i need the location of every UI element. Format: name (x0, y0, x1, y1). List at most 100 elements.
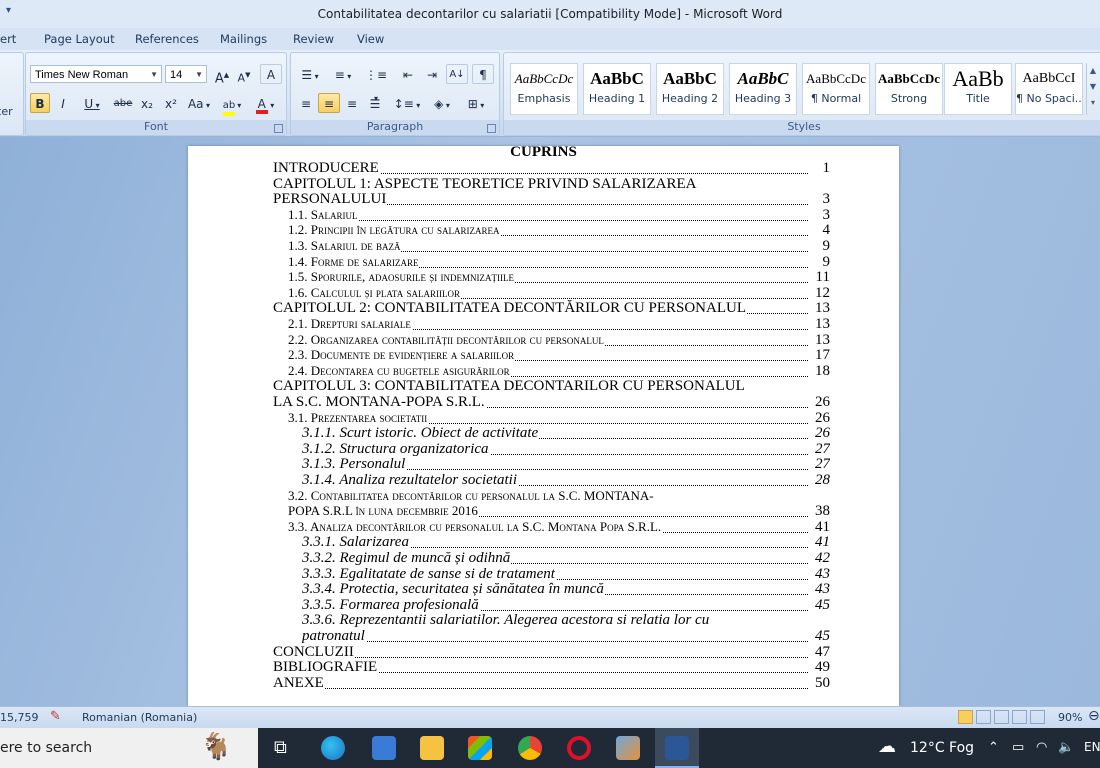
chrome-icon[interactable] (518, 736, 542, 760)
web-layout-view-icon[interactable] (994, 710, 1009, 724)
format-painter-label[interactable]: ter (0, 105, 13, 118)
tab-view[interactable]: View (357, 32, 384, 46)
tab-page-layout[interactable]: Page Layout (44, 32, 115, 46)
change-case-button[interactable]: Aa ▾ (184, 93, 214, 113)
bullets-button[interactable]: ☰ ▾ (295, 64, 325, 84)
toc-entry[interactable]: 3.3.2. Regimul de muncă și odihnă 42 (302, 550, 830, 566)
italic-button[interactable]: I (53, 93, 73, 113)
toc-entry[interactable]: 3.1.2. Structura organizatorica 27 (302, 440, 830, 457)
toc-entry[interactable]: 3.3.6. Reprezentantii salariatilor. Aleg… (302, 612, 830, 629)
toc-entry[interactable]: CAPITOLUL 2: CONTABILITATEA DECONTĂRILOR… (273, 300, 830, 317)
task-view-icon[interactable]: ⧉ (274, 737, 287, 758)
toc-entry[interactable]: 1.4. Forme de salarizare 9 (288, 253, 830, 270)
toc-entry[interactable]: 3.3. Analiza decontărilor cu personalul … (288, 518, 830, 535)
tab-insert[interactable]: ert (0, 32, 16, 46)
font-dialog-launcher-icon[interactable] (274, 124, 283, 133)
toc-entry[interactable]: patronatul 45 (302, 628, 830, 644)
style-emphasis[interactable]: AaBbCcDc Emphasis (510, 63, 578, 115)
toc-entry[interactable]: 1.3. Salariul de bază 9 (288, 238, 830, 254)
font-size-select[interactable]: 14 ▼ (165, 65, 207, 83)
toc-entry[interactable]: 3.3.4. Protectia, securitatea și sănătat… (302, 581, 830, 598)
opera-icon[interactable] (567, 736, 591, 760)
toc-entry[interactable]: INTRODUCERE 1 (273, 160, 830, 176)
align-right-button[interactable]: ≡ (341, 93, 363, 113)
show-formatting-button[interactable]: ¶ (472, 64, 494, 84)
line-spacing-button[interactable]: ↕≡ ▾ (392, 93, 422, 113)
draft-view-icon[interactable] (1030, 710, 1045, 724)
align-center-button[interactable]: ≡ (318, 93, 340, 113)
toc-entry[interactable]: LA S.C. MONTANA-POPA S.R.L. 26 (273, 394, 830, 410)
styles-scroll[interactable]: ▲ ▼ ▾ (1086, 63, 1099, 115)
toc-entry[interactable]: 3.2. Contabilitatea decontărilor cu pers… (288, 487, 830, 504)
clear-formatting-button[interactable]: A (260, 64, 282, 84)
toc-entry[interactable]: 1.6. Calculul și plata salariilor 12 (288, 284, 830, 301)
style-strong[interactable]: AaBbCcDc Strong (875, 63, 943, 115)
strikethrough-button[interactable]: abe (112, 93, 134, 113)
subscript-button[interactable]: x₂ (136, 93, 158, 113)
toc-entry[interactable]: 3.3.3. Egalitatate de sanse si de tratam… (302, 565, 830, 582)
toc-entry[interactable]: 3.1. Prezentarea societatii 26 (288, 409, 830, 426)
document-page[interactable]: CUPRINS INTRODUCERE 1 CAPITOLUL 1: ASPECTE… (188, 144, 899, 707)
store-icon[interactable] (468, 736, 492, 760)
highlight-button[interactable]: ab ▾ (217, 93, 247, 116)
edge-icon[interactable] (321, 736, 345, 760)
justify-button[interactable]: ☰ (364, 93, 386, 113)
bold-button[interactable]: B (30, 93, 50, 113)
shading-button[interactable]: ◈ ▾ (427, 93, 457, 113)
toc-entry[interactable]: PERSONALULUI 3 (273, 191, 830, 208)
speaker-icon[interactable]: 🔈 (1058, 740, 1074, 755)
tab-references[interactable]: References (135, 32, 199, 46)
tab-mailings[interactable]: Mailings (220, 32, 267, 46)
decrease-indent-button[interactable]: ⇤ (397, 64, 419, 84)
shrink-font-button[interactable]: A▼ (234, 64, 254, 85)
toc-entry[interactable]: 3.3.1. Salarizarea 41 (302, 534, 830, 551)
borders-button[interactable]: ⊞ ▾ (461, 93, 491, 113)
full-screen-view-icon[interactable] (976, 710, 991, 724)
word-count[interactable]: 15,759 (0, 711, 39, 724)
toc-entry[interactable]: POPA S.R.L în luna decembrie 2016 38 (288, 503, 830, 520)
grow-font-button[interactable]: A▲ (212, 64, 232, 86)
taskbar-search-box[interactable]: ere to search 🐐 (0, 728, 258, 768)
network-app-icon[interactable] (372, 736, 396, 760)
input-language[interactable]: EN (1084, 740, 1100, 754)
file-explorer-icon[interactable] (420, 736, 444, 760)
style-heading-2[interactable]: AaBbC Heading 2 (656, 63, 724, 115)
word-taskbar-button[interactable] (655, 728, 699, 768)
paragraph-dialog-launcher-icon[interactable] (487, 124, 496, 133)
proofing-icon[interactable]: ✎ (50, 709, 61, 724)
toc-entry[interactable]: 1.2. Principii în legătura cu salarizare… (288, 222, 830, 239)
toc-entry[interactable]: CONCLUZII 47 (273, 643, 830, 660)
battery-icon[interactable]: ▭ (1012, 740, 1024, 755)
chevron-up-icon[interactable]: ⌃ (988, 740, 999, 755)
weather-text[interactable]: 12°C Fog (910, 740, 974, 756)
tab-review[interactable]: Review (293, 32, 334, 46)
wifi-icon[interactable]: ◠ (1036, 740, 1047, 755)
toc-entry[interactable]: CAPITOLUL 1: ASPECTE TEORETICE PRIVIND S… (273, 175, 830, 192)
toc-entry[interactable]: BIBLIOGRAFIE 49 (273, 659, 830, 676)
toc-entry[interactable]: CAPITOLUL 3: CONTABILITATEA DECONTARILOR… (273, 378, 830, 395)
toc-entry[interactable]: 2.1. Drepturi salariale 13 (288, 316, 830, 332)
toc-entry[interactable]: 3.1.1. Scurt istoric. Obiect de activita… (302, 425, 830, 442)
paint-icon[interactable] (616, 736, 640, 760)
outline-view-icon[interactable] (1012, 710, 1027, 724)
toc-entry[interactable]: 1.1. Salariul 3 (288, 206, 830, 223)
font-color-button[interactable]: A ▾ (250, 93, 280, 114)
toc-entry[interactable]: ANEXE 50 (273, 674, 830, 691)
toc-entry[interactable]: 2.3. Documente de evidențiere a salariil… (288, 347, 830, 364)
toc-entry[interactable]: 2.4. Decontarea cu bugetele asigurărilor… (288, 362, 830, 379)
language-status[interactable]: Romanian (Romania) (82, 711, 197, 724)
superscript-button[interactable]: x² (160, 93, 182, 113)
style-title[interactable]: AaBb Title (944, 63, 1012, 115)
toc-entry[interactable]: 1.5. Sporurile, adaosurile și indemnizaț… (288, 269, 830, 286)
print-layout-view-icon[interactable] (958, 710, 973, 724)
toc-entry[interactable]: 3.1.3. Personalul 27 (302, 456, 830, 473)
zoom-out-icon[interactable]: ⊖ (1088, 708, 1100, 724)
numbering-button[interactable]: ≡ ▾ (328, 64, 358, 84)
zoom-level[interactable]: 90% (1058, 711, 1082, 724)
toc-entry[interactable]: 3.3.5. Formarea profesională 45 (302, 596, 830, 613)
toc-entry[interactable]: 3.1.4. Analiza rezultatelor societatii 28 (302, 472, 830, 488)
align-left-button[interactable]: ≡ (295, 93, 317, 113)
font-family-select[interactable]: Times New Roman ▼ (30, 65, 162, 83)
underline-button[interactable]: U ▾ (77, 93, 107, 113)
style-no-spacing[interactable]: AaBbCcI ¶ No Spaci... (1015, 63, 1083, 115)
